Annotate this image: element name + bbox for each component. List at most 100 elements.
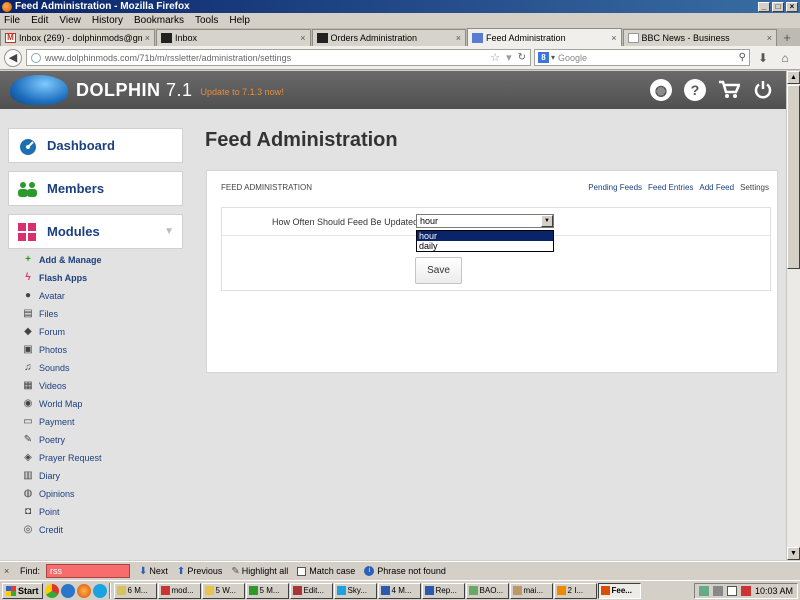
menu-file[interactable]: File [4, 15, 20, 26]
firefox-icon[interactable] [76, 583, 91, 598]
power-icon[interactable] [752, 79, 774, 101]
sidebar-module-item[interactable]: ▦ Videos [8, 377, 183, 395]
tab-bbc-news[interactable]: BBC News - Business × [622, 29, 778, 46]
taskbar-task[interactable]: 2 I... [553, 582, 597, 599]
cart-icon[interactable] [718, 79, 740, 101]
url-bar[interactable]: www.dolphinmods.com/71b/m/rssletter/admi… [26, 49, 531, 66]
dolphin-logo[interactable] [10, 71, 70, 109]
find-previous-button[interactable]: ⬆ Previous [177, 566, 222, 577]
tab-gmail-inbox[interactable]: M Inbox (269) - dolphinmods@gmail.c... × [0, 29, 155, 46]
taskbar-task[interactable]: 6 M... [113, 582, 157, 599]
menu-view[interactable]: View [59, 15, 81, 26]
taskbar-task[interactable]: mod... [157, 582, 201, 599]
menu-help[interactable]: Help [229, 15, 250, 26]
reload-icon[interactable]: ↻ [518, 52, 526, 63]
tray-security-icon[interactable] [740, 585, 751, 596]
sidebar-module-item[interactable]: + Add & Manage [8, 251, 183, 269]
taskbar-task[interactable]: 4 M... [377, 582, 421, 599]
taskbar-task[interactable]: Rep... [421, 582, 465, 599]
search-bar[interactable]: 8 ▾ Google ⚲ [534, 49, 750, 66]
highlight-all-button[interactable]: ✎ Highlight all [231, 566, 288, 577]
search-engine-dropdown-icon[interactable]: ▾ [551, 53, 555, 62]
scroll-thumb[interactable] [787, 85, 800, 269]
taskbar-task[interactable]: BAO... [465, 582, 509, 599]
pending-feeds-link[interactable]: Pending Feeds [588, 183, 642, 192]
menu-bookmarks[interactable]: Bookmarks [134, 15, 184, 26]
match-case-checkbox[interactable]: Match case [297, 566, 355, 576]
find-next-button[interactable]: ⬇ Next [139, 566, 168, 577]
clock[interactable]: 10:03 AM [755, 586, 793, 596]
sidebar-module-item[interactable]: ▤ Files [8, 305, 183, 323]
sidebar-item-members[interactable]: Members [8, 171, 183, 206]
taskbar-task[interactable]: 5 M... [245, 582, 289, 599]
tab-orders-administration[interactable]: Orders Administration × [311, 29, 467, 46]
sidebar-module-item[interactable]: ▭ Payment [8, 413, 183, 431]
download-icon[interactable]: ⬇ [754, 49, 772, 67]
taskbar-task[interactable]: Fee... [597, 582, 641, 599]
close-icon[interactable]: × [300, 33, 305, 43]
close-icon[interactable]: × [767, 33, 772, 43]
sidebar-module-item[interactable]: ◆ Forum [8, 323, 183, 341]
sidebar-module-item[interactable]: ▥ Diary [8, 467, 183, 485]
dropdown-arrow-icon[interactable]: ▾ [506, 51, 512, 64]
sidebar-item-modules[interactable]: Modules ▼ [8, 214, 183, 249]
sidebar-module-item[interactable]: ◎ Credit [8, 521, 183, 539]
settings-link[interactable]: Settings [740, 183, 769, 192]
globe-icon[interactable]: ◍ [650, 79, 672, 101]
scroll-down-icon[interactable]: ▼ [787, 547, 800, 560]
option-daily[interactable]: daily [417, 241, 553, 251]
taskbar-task[interactable]: mai... [509, 582, 553, 599]
vertical-scrollbar[interactable]: ▲ ▼ [786, 71, 800, 560]
sidebar-module-item[interactable]: ✎ Poetry [8, 431, 183, 449]
maximize-button[interactable]: □ [772, 1, 784, 12]
home-icon[interactable]: ⌂ [776, 49, 794, 67]
bookmark-star-icon[interactable]: ☆ [490, 51, 500, 64]
close-window-button[interactable]: × [786, 1, 798, 12]
dropdown-arrow-icon[interactable]: ▼ [541, 215, 553, 227]
sidebar-module-item[interactable]: ● Avatar [8, 287, 183, 305]
skype-icon[interactable] [92, 583, 107, 598]
close-icon[interactable]: × [4, 566, 14, 576]
sidebar-module-item[interactable]: ◉ World Map [8, 395, 183, 413]
taskbar-task[interactable]: 5 W... [201, 582, 245, 599]
tab-feed-administration[interactable]: Feed Administration × [467, 28, 622, 46]
close-icon[interactable]: × [456, 33, 461, 43]
sidebar-module-item[interactable]: ♫ Sounds [8, 359, 183, 377]
scroll-up-icon[interactable]: ▲ [787, 71, 800, 84]
menu-edit[interactable]: Edit [31, 15, 48, 26]
tab-inbox[interactable]: Inbox × [156, 29, 311, 46]
close-icon[interactable]: × [145, 33, 150, 43]
add-feed-link[interactable]: Add Feed [699, 183, 734, 192]
taskbar-task[interactable]: Edit... [289, 582, 333, 599]
sidebar-module-item[interactable]: ◘ Point [8, 503, 183, 521]
menu-tools[interactable]: Tools [195, 15, 218, 26]
settings-form: How Often Should Feed Be Updated: hour ▼… [221, 207, 771, 291]
tray-volume-icon[interactable] [712, 585, 723, 596]
find-input[interactable]: rss [46, 564, 131, 578]
taskbar-task[interactable]: Sky... [333, 582, 377, 599]
help-icon[interactable]: ? [684, 79, 706, 101]
chrome-icon[interactable] [44, 583, 59, 598]
sidebar-item-dashboard[interactable]: Dashboard [8, 128, 183, 163]
menu-history[interactable]: History [92, 15, 123, 26]
sidebar-module-item[interactable]: ϟ Flash Apps [8, 269, 183, 287]
search-icon[interactable]: ⚲ [739, 52, 746, 63]
update-link[interactable]: Update to 7.1.3 now! [201, 87, 284, 97]
minimize-button[interactable]: _ [758, 1, 770, 12]
update-frequency-select[interactable]: hour ▼ [416, 214, 554, 228]
save-button[interactable]: Save [415, 257, 462, 284]
tray-network-icon[interactable] [698, 585, 709, 596]
sidebar-module-item[interactable]: ◈ Prayer Request [8, 449, 183, 467]
search-input[interactable]: Google [558, 53, 739, 63]
chevron-down-icon[interactable]: ▼ [164, 226, 174, 237]
sidebar-module-item[interactable]: ◍ Opinions [8, 485, 183, 503]
close-icon[interactable]: × [611, 33, 616, 43]
back-arrow-icon[interactable]: ◀ [4, 48, 22, 67]
tray-help-icon[interactable] [726, 585, 737, 596]
ie-icon[interactable] [60, 583, 75, 598]
new-tab-button[interactable]: + [778, 29, 796, 46]
feed-entries-link[interactable]: Feed Entries [648, 183, 693, 192]
option-hour[interactable]: hour [417, 231, 553, 241]
sidebar-module-item[interactable]: ▣ Photos [8, 341, 183, 359]
start-button[interactable]: Start [2, 582, 43, 599]
